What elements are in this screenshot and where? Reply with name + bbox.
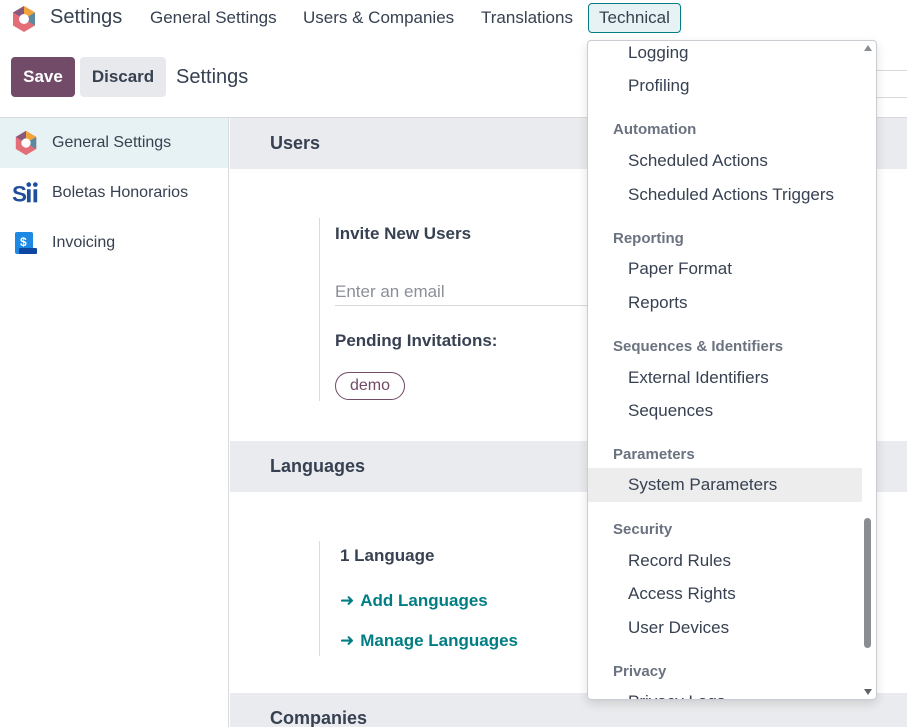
app-title[interactable]: Settings [50,6,122,29]
pending-invitations-label: Pending Invitations: [335,331,498,350]
menu-header-privacy: Privacy [613,663,667,680]
add-languages-label: Add Languages [360,591,488,610]
menu-translations[interactable]: Translations [481,8,573,28]
menu-technical[interactable]: Technical [588,3,681,33]
language-count: 1 Language [340,546,435,565]
invite-users-label: Invite New Users [335,224,472,243]
languages-box [319,541,320,656]
sidebar-item-boletas-honorarios[interactable]: S Boletas Honorarios [0,168,228,218]
menu-header-parameters: Parameters [613,446,695,463]
sidebar-item-label: General Settings [52,134,172,151]
menu-item-reports[interactable]: Reports [588,286,862,320]
menu-item-scheduled-actions[interactable]: Scheduled Actions [588,144,862,178]
dropdown-list: Logging Profiling Automation Scheduled A… [588,41,862,699]
menu-header-reporting: Reporting [613,230,684,247]
invoicing-icon: $ [12,229,40,257]
scroll-up-arrow-icon[interactable] [864,45,872,51]
section-title: Users [270,133,321,153]
invite-users-box [319,218,320,401]
section-title: Languages [270,456,366,476]
arrow-right-icon: ➜ [340,591,355,610]
discard-button[interactable]: Discard [80,57,166,97]
save-button[interactable]: Save [11,57,75,97]
sidebar-item-label: Boletas Honorarios [52,184,189,201]
scroll-down-arrow-icon[interactable] [864,689,872,695]
manage-languages-label: Manage Languages [360,631,519,650]
email-input[interactable] [335,278,595,306]
menu-header-security: Security [613,521,673,538]
sidebar-item-label: Invoicing [52,234,116,251]
svg-text:S: S [12,181,27,206]
sidebar-item-invoicing[interactable]: $ Invoicing [0,218,228,268]
menu-item-record-rules[interactable]: Record Rules [588,544,862,578]
sidebar-item-general-settings[interactable]: General Settings [0,118,228,168]
sii-logo-icon: S [12,179,40,207]
odoo-app-icon[interactable] [10,5,38,33]
menu-item-paper-format[interactable]: Paper Format [588,252,862,286]
arrow-right-icon: ➜ [340,631,355,650]
menu-item-system-parameters[interactable]: System Parameters [588,468,862,502]
section-title: Companies [270,708,368,727]
menu-general-settings[interactable]: General Settings [150,8,277,28]
settings-sidebar: General Settings S Boletas Honorarios $ … [0,118,229,727]
add-languages-link[interactable]: ➜ Add Languages [340,591,488,611]
menu-item-scheduled-actions-triggers[interactable]: Scheduled Actions Triggers [588,178,862,212]
menu-item-privacy-logs[interactable]: Privacy Logs [588,685,862,699]
menu-item-access-rights[interactable]: Access Rights [588,577,862,611]
pending-invitation-tag[interactable]: demo [335,372,406,400]
technical-dropdown-menu: Logging Profiling Automation Scheduled A… [587,40,877,700]
breadcrumb-title: Settings [176,66,249,88]
menu-header-sequences-identifiers: Sequences & Identifiers [613,338,784,355]
menu-item-sequences[interactable]: Sequences [588,394,862,428]
odoo-settings-icon [12,129,40,157]
dropdown-scrollbar[interactable] [860,41,876,699]
menu-item-external-identifiers[interactable]: External Identifiers [588,361,862,395]
manage-languages-link[interactable]: ➜ Manage Languages [340,631,518,651]
menu-header-automation: Automation [613,121,697,138]
svg-text:$: $ [20,235,27,249]
menu-users-companies[interactable]: Users & Companies [303,8,454,28]
top-navbar: Settings General Settings Users & Compan… [0,0,907,38]
menu-item-logging[interactable]: Logging [588,41,862,70]
scrollbar-thumb[interactable] [864,518,871,648]
menu-item-user-devices[interactable]: User Devices [588,611,862,645]
menu-item-profiling[interactable]: Profiling [588,69,862,103]
